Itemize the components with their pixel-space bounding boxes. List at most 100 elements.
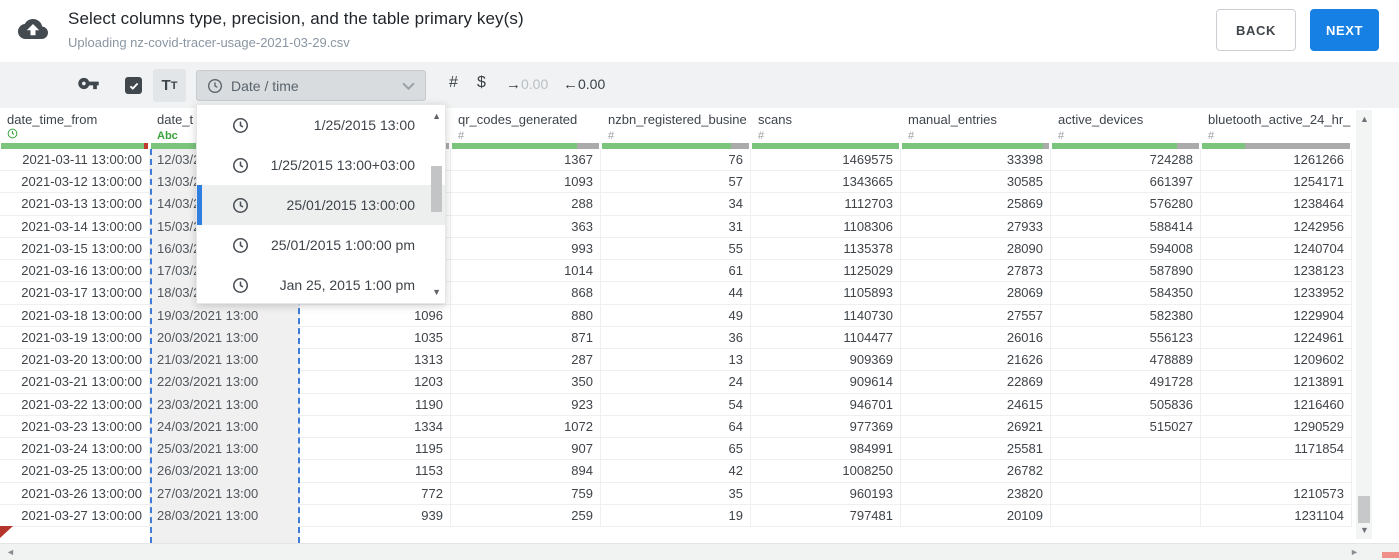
- table-cell: [1051, 460, 1201, 483]
- table-cell: 28069: [901, 282, 1051, 305]
- scroll-up-icon[interactable]: ▲: [1360, 114, 1369, 124]
- table-cell: 1233952: [1201, 282, 1352, 305]
- primary-key-icon[interactable]: [77, 77, 100, 95]
- increase-precision-button[interactable]: →0.00: [506, 76, 548, 93]
- table-cell: 505836: [1051, 393, 1201, 416]
- back-button[interactable]: BACK: [1216, 9, 1296, 51]
- table-cell: 993: [451, 237, 601, 261]
- dropdown-option[interactable]: 25/01/2015 1:00:00 pm: [197, 225, 445, 265]
- table-cell: 2021-03-24 13:00:00: [0, 438, 150, 461]
- scroll-right-icon[interactable]: ►: [1350, 547, 1359, 557]
- table-cell: 27/03/2021 13:00: [150, 482, 300, 505]
- table-cell: 27873: [901, 260, 1051, 283]
- table-cell: 1153: [300, 460, 451, 483]
- horizontal-scrollbar[interactable]: ◄ ►: [0, 543, 1399, 560]
- number-type-label: #: [758, 130, 765, 142]
- table-cell: 2021-03-25 13:00:00: [0, 460, 150, 483]
- table-cell: 54: [601, 393, 751, 416]
- column-header[interactable]: date_time_from: [0, 108, 150, 149]
- column-header[interactable]: manual_entries #: [901, 108, 1051, 149]
- table-cell: 1343665: [751, 171, 901, 194]
- table-cell: 491728: [1051, 371, 1201, 394]
- table-cell: 2021-03-23 13:00:00: [0, 415, 150, 439]
- horizontal-scrollbar-thumb[interactable]: [1382, 552, 1399, 558]
- vertical-scrollbar-thumb[interactable]: [1358, 496, 1370, 523]
- table-cell: 350: [451, 371, 601, 394]
- table-cell: 55: [601, 237, 751, 261]
- dropdown-scroll-down-icon[interactable]: ▼: [432, 287, 441, 297]
- scroll-down-icon[interactable]: ▼: [1360, 525, 1369, 535]
- table-cell: 1242956: [1201, 215, 1352, 238]
- dropdown-option[interactable]: 25/01/2015 13:00:00: [197, 185, 445, 225]
- table-cell: 2021-03-19 13:00:00: [0, 326, 150, 350]
- table-cell: 478889: [1051, 349, 1201, 372]
- clock-icon: [207, 78, 223, 94]
- table-cell: 1254171: [1201, 171, 1352, 194]
- select-column-checkbox[interactable]: [125, 77, 142, 94]
- datetime-type-icon: [7, 126, 18, 143]
- table-cell: 2021-03-17 13:00:00: [0, 282, 150, 305]
- table-cell: 13: [601, 349, 751, 372]
- table-cell: 20/03/2021 13:00: [150, 326, 300, 350]
- table-cell: 23/03/2021 13:00: [150, 393, 300, 416]
- dropdown-option[interactable]: 1/25/2015 13:00: [197, 105, 445, 145]
- table-cell: 1238123: [1201, 260, 1352, 283]
- column-header[interactable]: bluetooth_active_24_hr_ #: [1201, 108, 1352, 149]
- table-cell: 1290529: [1201, 415, 1352, 439]
- table-cell: 27557: [901, 304, 1051, 327]
- type-dropdown[interactable]: Date / time: [196, 70, 426, 101]
- page-title: Select columns type, precision, and the …: [68, 9, 524, 28]
- column-header[interactable]: qr_codes_generated #: [451, 108, 601, 149]
- table-cell: 1229904: [1201, 304, 1352, 327]
- number-type-label: #: [608, 130, 615, 142]
- table-cell: 25581: [901, 438, 1051, 461]
- type-dropdown-popup: 1/25/2015 13:00 1/25/2015 13:00+03:00 25/0…: [196, 104, 446, 304]
- text-type-button[interactable]: TT: [153, 69, 186, 102]
- table-cell: 1240704: [1201, 237, 1352, 261]
- table-cell: 19: [601, 504, 751, 527]
- table-cell: 25869: [901, 193, 1051, 216]
- integer-type-button[interactable]: #: [449, 74, 458, 92]
- table-cell: 23820: [901, 482, 1051, 505]
- dropdown-scrollbar-thumb[interactable]: [431, 166, 442, 212]
- table-cell: 1213891: [1201, 371, 1352, 394]
- table-cell: 1014: [451, 260, 601, 283]
- table-cell: 44: [601, 282, 751, 305]
- table-cell: 1210573: [1201, 482, 1352, 505]
- column-header[interactable]: active_devices #: [1051, 108, 1201, 149]
- table-cell: 894: [451, 460, 601, 483]
- table-cell: 946701: [751, 393, 901, 416]
- table-cell: 22869: [901, 371, 1051, 394]
- dropdown-scroll-up-icon[interactable]: ▲: [432, 111, 441, 121]
- column-header[interactable]: scans #: [751, 108, 901, 149]
- table-cell: [1051, 438, 1201, 461]
- dropdown-option[interactable]: 1/25/2015 13:00+03:00: [197, 145, 445, 185]
- decrease-precision-button[interactable]: ←0.00: [563, 76, 605, 93]
- table-cell: 1216460: [1201, 393, 1352, 416]
- dropdown-option[interactable]: Jan 25, 2015 1:00 pm: [197, 265, 445, 305]
- table-cell: 363: [451, 215, 601, 238]
- table-cell: 21/03/2021 13:00: [150, 349, 300, 372]
- next-button[interactable]: NEXT: [1310, 9, 1379, 51]
- clock-icon: [232, 237, 249, 254]
- table-cell: 909614: [751, 371, 901, 394]
- scroll-left-icon[interactable]: ◄: [6, 547, 15, 557]
- vertical-scrollbar[interactable]: ▲ ▼: [1356, 110, 1372, 539]
- file-subtitle: Uploading nz-covid-tracer-usage-2021-03-…: [68, 35, 350, 50]
- table-cell: 2021-03-21 13:00:00: [0, 371, 150, 394]
- table-cell: 515027: [1051, 415, 1201, 439]
- table-cell: 57: [601, 171, 751, 194]
- table-cell: 1203: [300, 371, 451, 394]
- table-cell: 2021-03-20 13:00:00: [0, 349, 150, 372]
- table-cell: 28/03/2021 13:00: [150, 504, 300, 527]
- table-cell: 42: [601, 460, 751, 483]
- table-cell: 1093: [451, 171, 601, 194]
- clock-icon: [232, 117, 249, 134]
- currency-type-button[interactable]: $: [477, 74, 486, 92]
- table-cell: 1469575: [751, 149, 901, 172]
- table-cell: 1334: [300, 415, 451, 439]
- table-cell: 871: [451, 326, 601, 350]
- column-header[interactable]: nzbn_registered_busine #: [601, 108, 751, 149]
- app-header: Select columns type, precision, and the …: [0, 0, 1399, 62]
- csv-import-wizard: Select columns type, precision, and the …: [0, 0, 1399, 560]
